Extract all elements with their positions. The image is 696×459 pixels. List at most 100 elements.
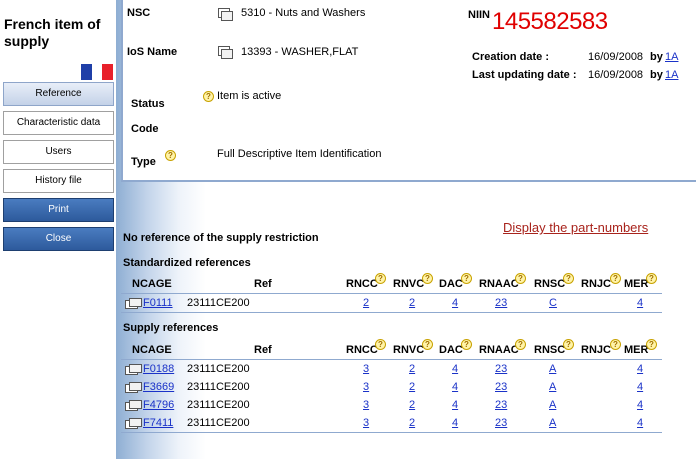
rnvc-link[interactable]: 2	[409, 399, 415, 411]
help-icon[interactable]: ?	[610, 273, 621, 284]
document-icon[interactable]	[125, 364, 142, 375]
rncc-link[interactable]: 2	[363, 297, 369, 309]
ncage-link[interactable]: F7411	[143, 417, 173, 429]
help-icon[interactable]: ?	[515, 273, 526, 284]
no-restriction-notice: No reference of the supply restriction	[123, 232, 319, 244]
creation-user-link[interactable]: 1A	[665, 51, 678, 63]
cell-mer: 4	[637, 399, 643, 411]
table-divider	[121, 432, 662, 433]
close-button[interactable]: Close	[3, 227, 114, 251]
help-icon[interactable]: ?	[646, 339, 657, 350]
cell-rnvc: 2	[409, 381, 415, 393]
updating-user-link[interactable]: 1A	[665, 69, 678, 81]
ncage-link[interactable]: F4796	[143, 399, 174, 411]
ncage-link[interactable]: F0111	[143, 297, 173, 309]
column-header-label: Ref	[254, 344, 272, 356]
help-icon[interactable]: ?	[375, 273, 386, 284]
dac-link[interactable]: 4	[452, 297, 458, 309]
column-header-label: NCAGE	[132, 344, 172, 356]
ncage-link[interactable]: F0188	[143, 363, 174, 375]
dac-link[interactable]: 4	[452, 399, 458, 411]
rnaac-link[interactable]: 23	[495, 297, 507, 309]
mer-link[interactable]: 4	[637, 399, 643, 411]
document-icon[interactable]	[125, 418, 142, 429]
nav-history-file[interactable]: History file	[3, 169, 114, 193]
table-row: F0111 23111CE200 2 2 4 23 C 4	[121, 294, 662, 312]
mer-link[interactable]: 4	[637, 381, 643, 393]
ios-name-label: IoS Name	[127, 46, 178, 58]
column-header-rncc: RNCC?	[346, 339, 386, 356]
flag-white-stripe	[91, 64, 103, 80]
column-header-rnvc: RNVC?	[393, 339, 433, 356]
cell-mer: 4	[637, 417, 643, 429]
help-icon[interactable]: ?	[515, 339, 526, 350]
nav-users[interactable]: Users	[3, 140, 114, 164]
rnaac-link[interactable]: 23	[495, 417, 507, 429]
mer-link[interactable]: 4	[637, 297, 643, 309]
help-icon[interactable]: ?	[646, 273, 657, 284]
document-icon[interactable]	[218, 8, 233, 21]
niin-value: 145582583	[492, 8, 608, 35]
cell-ref: 23111CE200	[187, 381, 250, 393]
rnvc-link[interactable]: 2	[409, 381, 415, 393]
dac-link[interactable]: 4	[452, 381, 458, 393]
table-row: F4796 23111CE200 3 2 4 23 A 4	[121, 396, 662, 414]
rnaac-link[interactable]: 23	[495, 363, 507, 375]
rncc-link[interactable]: 3	[363, 381, 369, 393]
nav-reference[interactable]: Reference	[3, 82, 114, 106]
column-header-rnjc: RNJC?	[581, 273, 621, 290]
document-icon[interactable]	[125, 400, 142, 411]
rnsc-link[interactable]: A	[549, 363, 556, 375]
help-icon[interactable]: ?	[203, 91, 214, 102]
print-button[interactable]: Print	[3, 198, 114, 222]
nav-characteristic-data[interactable]: Characteristic data	[3, 111, 114, 135]
dac-link[interactable]: 4	[452, 417, 458, 429]
rnvc-link[interactable]: 2	[409, 297, 415, 309]
column-header-label: Ref	[254, 278, 272, 290]
cell-ref: 23111CE200	[187, 417, 250, 429]
column-header-label: DAC	[439, 278, 463, 290]
rnaac-link[interactable]: 23	[495, 381, 507, 393]
display-part-numbers-link[interactable]: Display the part-numbers	[503, 220, 648, 235]
rnsc-link[interactable]: A	[549, 417, 556, 429]
help-icon[interactable]: ?	[563, 339, 574, 350]
rnvc-link[interactable]: 2	[409, 363, 415, 375]
document-icon[interactable]	[125, 298, 142, 309]
document-icon[interactable]	[125, 382, 142, 393]
table-header: NCAGE Ref RNCC? RNVC? DAC? RNAAC? RNSC? RNJC? ME…	[121, 272, 662, 294]
ncage-link[interactable]: F3669	[143, 381, 174, 393]
rncc-link[interactable]: 3	[363, 363, 369, 375]
rncc-link[interactable]: 3	[363, 399, 369, 411]
cell-rncc: 3	[363, 363, 369, 375]
help-icon[interactable]: ?	[422, 339, 433, 350]
column-header-ncage: NCAGE	[132, 278, 172, 290]
mer-link[interactable]: 4	[637, 417, 643, 429]
column-header-ncage: NCAGE	[132, 344, 172, 356]
creation-date-value: 16/09/2008	[588, 51, 644, 63]
column-header-rnsc: RNSC?	[534, 339, 574, 356]
help-icon[interactable]: ?	[165, 150, 176, 161]
help-icon[interactable]: ?	[563, 273, 574, 284]
ref-value: 23111CE200	[187, 417, 250, 429]
rnvc-link[interactable]: 2	[409, 417, 415, 429]
rncc-link[interactable]: 3	[363, 417, 369, 429]
rnaac-link[interactable]: 23	[495, 399, 507, 411]
mer-link[interactable]: 4	[637, 363, 643, 375]
column-header-label: RNCC	[346, 278, 378, 290]
help-icon[interactable]: ?	[461, 273, 472, 284]
column-header-rnaac: RNAAC?	[479, 273, 526, 290]
rnsc-link[interactable]: A	[549, 381, 556, 393]
cell-ncage: F4796	[143, 399, 174, 411]
cell-ref: 23111CE200	[187, 399, 250, 411]
rnsc-link[interactable]: A	[549, 399, 556, 411]
help-icon[interactable]: ?	[375, 339, 386, 350]
code-label: Code	[131, 123, 159, 135]
help-icon[interactable]: ?	[422, 273, 433, 284]
rnsc-link[interactable]: C	[549, 297, 557, 309]
help-icon[interactable]: ?	[461, 339, 472, 350]
flag-red-stripe	[102, 64, 114, 80]
dac-link[interactable]: 4	[452, 363, 458, 375]
help-icon[interactable]: ?	[610, 339, 621, 350]
document-icon[interactable]	[218, 46, 233, 59]
french-flag-icon	[81, 64, 114, 80]
